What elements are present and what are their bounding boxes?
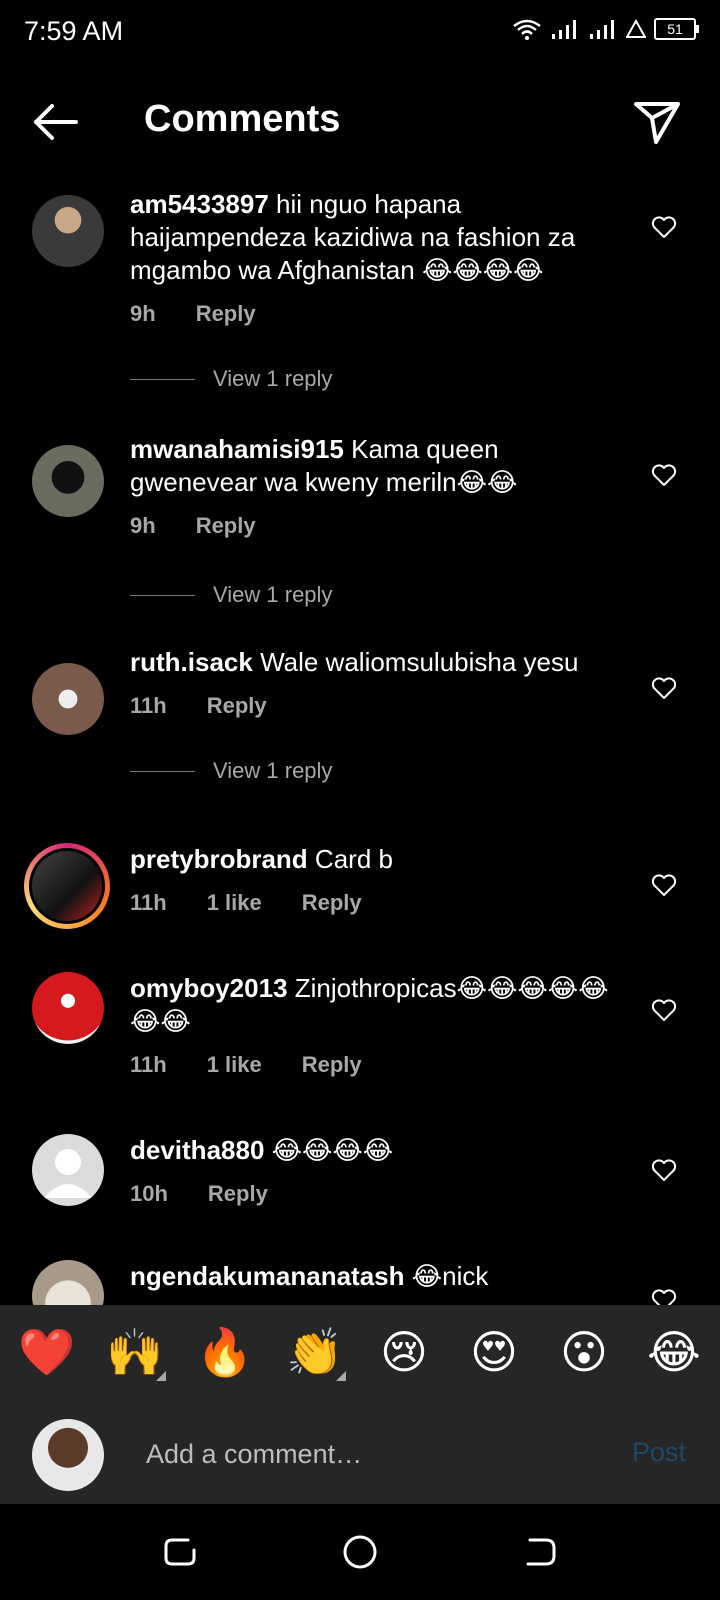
- view-replies-button[interactable]: View 1 reply: [130, 582, 332, 608]
- back-icon[interactable]: [520, 1532, 560, 1572]
- system-nav-bar: [0, 1504, 720, 1600]
- comments-list[interactable]: am5433897 hii nguo hapana haijampendeza …: [0, 180, 720, 1305]
- comment-username[interactable]: devitha880: [130, 1135, 264, 1165]
- comment-username[interactable]: omyboy2013: [130, 973, 288, 1003]
- avatar-story-ring[interactable]: [24, 843, 110, 929]
- comment-likes[interactable]: 1 like: [207, 1048, 262, 1081]
- divider: [130, 378, 195, 380]
- reply-button[interactable]: Reply: [208, 1177, 268, 1210]
- header: Comments: [0, 90, 720, 160]
- emoji-glyph: 🙌: [106, 1326, 164, 1378]
- comment-username[interactable]: ruth.isack: [130, 647, 253, 677]
- view-replies-label: View 1 reply: [213, 582, 333, 607]
- avatar[interactable]: [32, 1260, 104, 1305]
- battery-icon: 51: [654, 18, 699, 40]
- signal-icon-2: [590, 20, 614, 39]
- view-replies-label: View 1 reply: [213, 366, 333, 391]
- emoji-clap-button[interactable]: 👏: [286, 1326, 346, 1381]
- comment-username[interactable]: mwanahamisi915: [130, 434, 344, 464]
- comment-text: Card b: [314, 844, 393, 874]
- recents-icon[interactable]: [160, 1532, 200, 1572]
- emoji-laughing-button[interactable]: 😂: [646, 1327, 702, 1377]
- avatar[interactable]: [32, 972, 104, 1044]
- divider: [130, 770, 195, 772]
- avatar[interactable]: [32, 663, 104, 735]
- avatar[interactable]: [32, 1134, 104, 1206]
- status-bar: 7:59 AM 51: [0, 0, 720, 64]
- heart-icon[interactable]: [651, 463, 677, 487]
- signal-icon: [552, 20, 576, 39]
- send-icon[interactable]: [632, 96, 682, 146]
- comment-text: 😂nick: [411, 1261, 489, 1291]
- wifi-icon: [513, 19, 541, 40]
- comment-input[interactable]: [144, 1433, 588, 1475]
- comment-username[interactable]: am5433897: [130, 189, 269, 219]
- emoji-quick-bar: ❤️ 🙌 🔥 👏 😢 😍 😮 😂: [0, 1305, 720, 1405]
- comment-text: 😂😂😂😂: [271, 1135, 394, 1165]
- comment-time: 10h: [130, 1181, 168, 1206]
- status-time: 7:59 AM: [24, 16, 124, 46]
- reply-button[interactable]: Reply: [302, 1048, 362, 1081]
- heart-icon[interactable]: [651, 873, 677, 897]
- view-replies-button[interactable]: View 1 reply: [130, 758, 332, 784]
- emoji-glyph: 👏: [286, 1326, 344, 1378]
- comment-likes[interactable]: 1 like: [207, 886, 262, 919]
- post-button[interactable]: Post: [632, 1437, 686, 1468]
- avatar-image: [32, 851, 102, 921]
- comment-time: 9h: [130, 301, 156, 326]
- heart-icon[interactable]: [651, 998, 677, 1022]
- status-icons: 51: [512, 18, 699, 40]
- skin-tone-indicator: [336, 1371, 346, 1381]
- page-title: Comments: [144, 98, 341, 140]
- emoji-heart-eyes-button[interactable]: 😍: [466, 1327, 522, 1377]
- divider: [130, 594, 195, 596]
- comment-time: 11h: [130, 693, 167, 718]
- comment-time: 11h: [130, 890, 167, 915]
- warning-icon: [626, 19, 646, 38]
- default-avatar-icon: [44, 1149, 92, 1198]
- emoji-crying-button[interactable]: 😢: [376, 1327, 432, 1377]
- skin-tone-indicator: [156, 1371, 166, 1381]
- comment-username[interactable]: pretybrobrand: [130, 844, 308, 874]
- comment-time: 9h: [130, 513, 156, 538]
- emoji-raised-hands-button[interactable]: 🙌: [106, 1326, 166, 1381]
- avatar: [29, 848, 105, 924]
- heart-icon[interactable]: [651, 676, 677, 700]
- reply-button[interactable]: Reply: [196, 509, 256, 542]
- avatar[interactable]: [32, 195, 104, 267]
- emoji-fire-button[interactable]: 🔥: [196, 1327, 253, 1377]
- comment-username[interactable]: ngendakumananatash: [130, 1261, 405, 1291]
- view-replies-label: View 1 reply: [213, 758, 333, 783]
- heart-icon[interactable]: [651, 1158, 677, 1182]
- emoji-heart-button[interactable]: ❤️: [18, 1327, 75, 1377]
- comment-time: 11h: [130, 1052, 167, 1077]
- emoji-surprised-button[interactable]: 😮: [556, 1327, 612, 1377]
- comment-text: Wale waliomsulubisha yesu: [260, 647, 579, 677]
- home-icon[interactable]: [340, 1532, 380, 1572]
- reply-button[interactable]: Reply: [302, 886, 362, 919]
- reply-button[interactable]: Reply: [207, 689, 267, 722]
- heart-icon[interactable]: [651, 215, 677, 239]
- avatar[interactable]: [32, 445, 104, 517]
- current-user-avatar: [32, 1419, 104, 1491]
- back-arrow-icon[interactable]: [30, 100, 80, 144]
- reply-button[interactable]: Reply: [196, 297, 256, 330]
- heart-icon[interactable]: [651, 1288, 677, 1305]
- comment-composer: Post: [0, 1405, 720, 1504]
- view-replies-button[interactable]: View 1 reply: [130, 366, 332, 392]
